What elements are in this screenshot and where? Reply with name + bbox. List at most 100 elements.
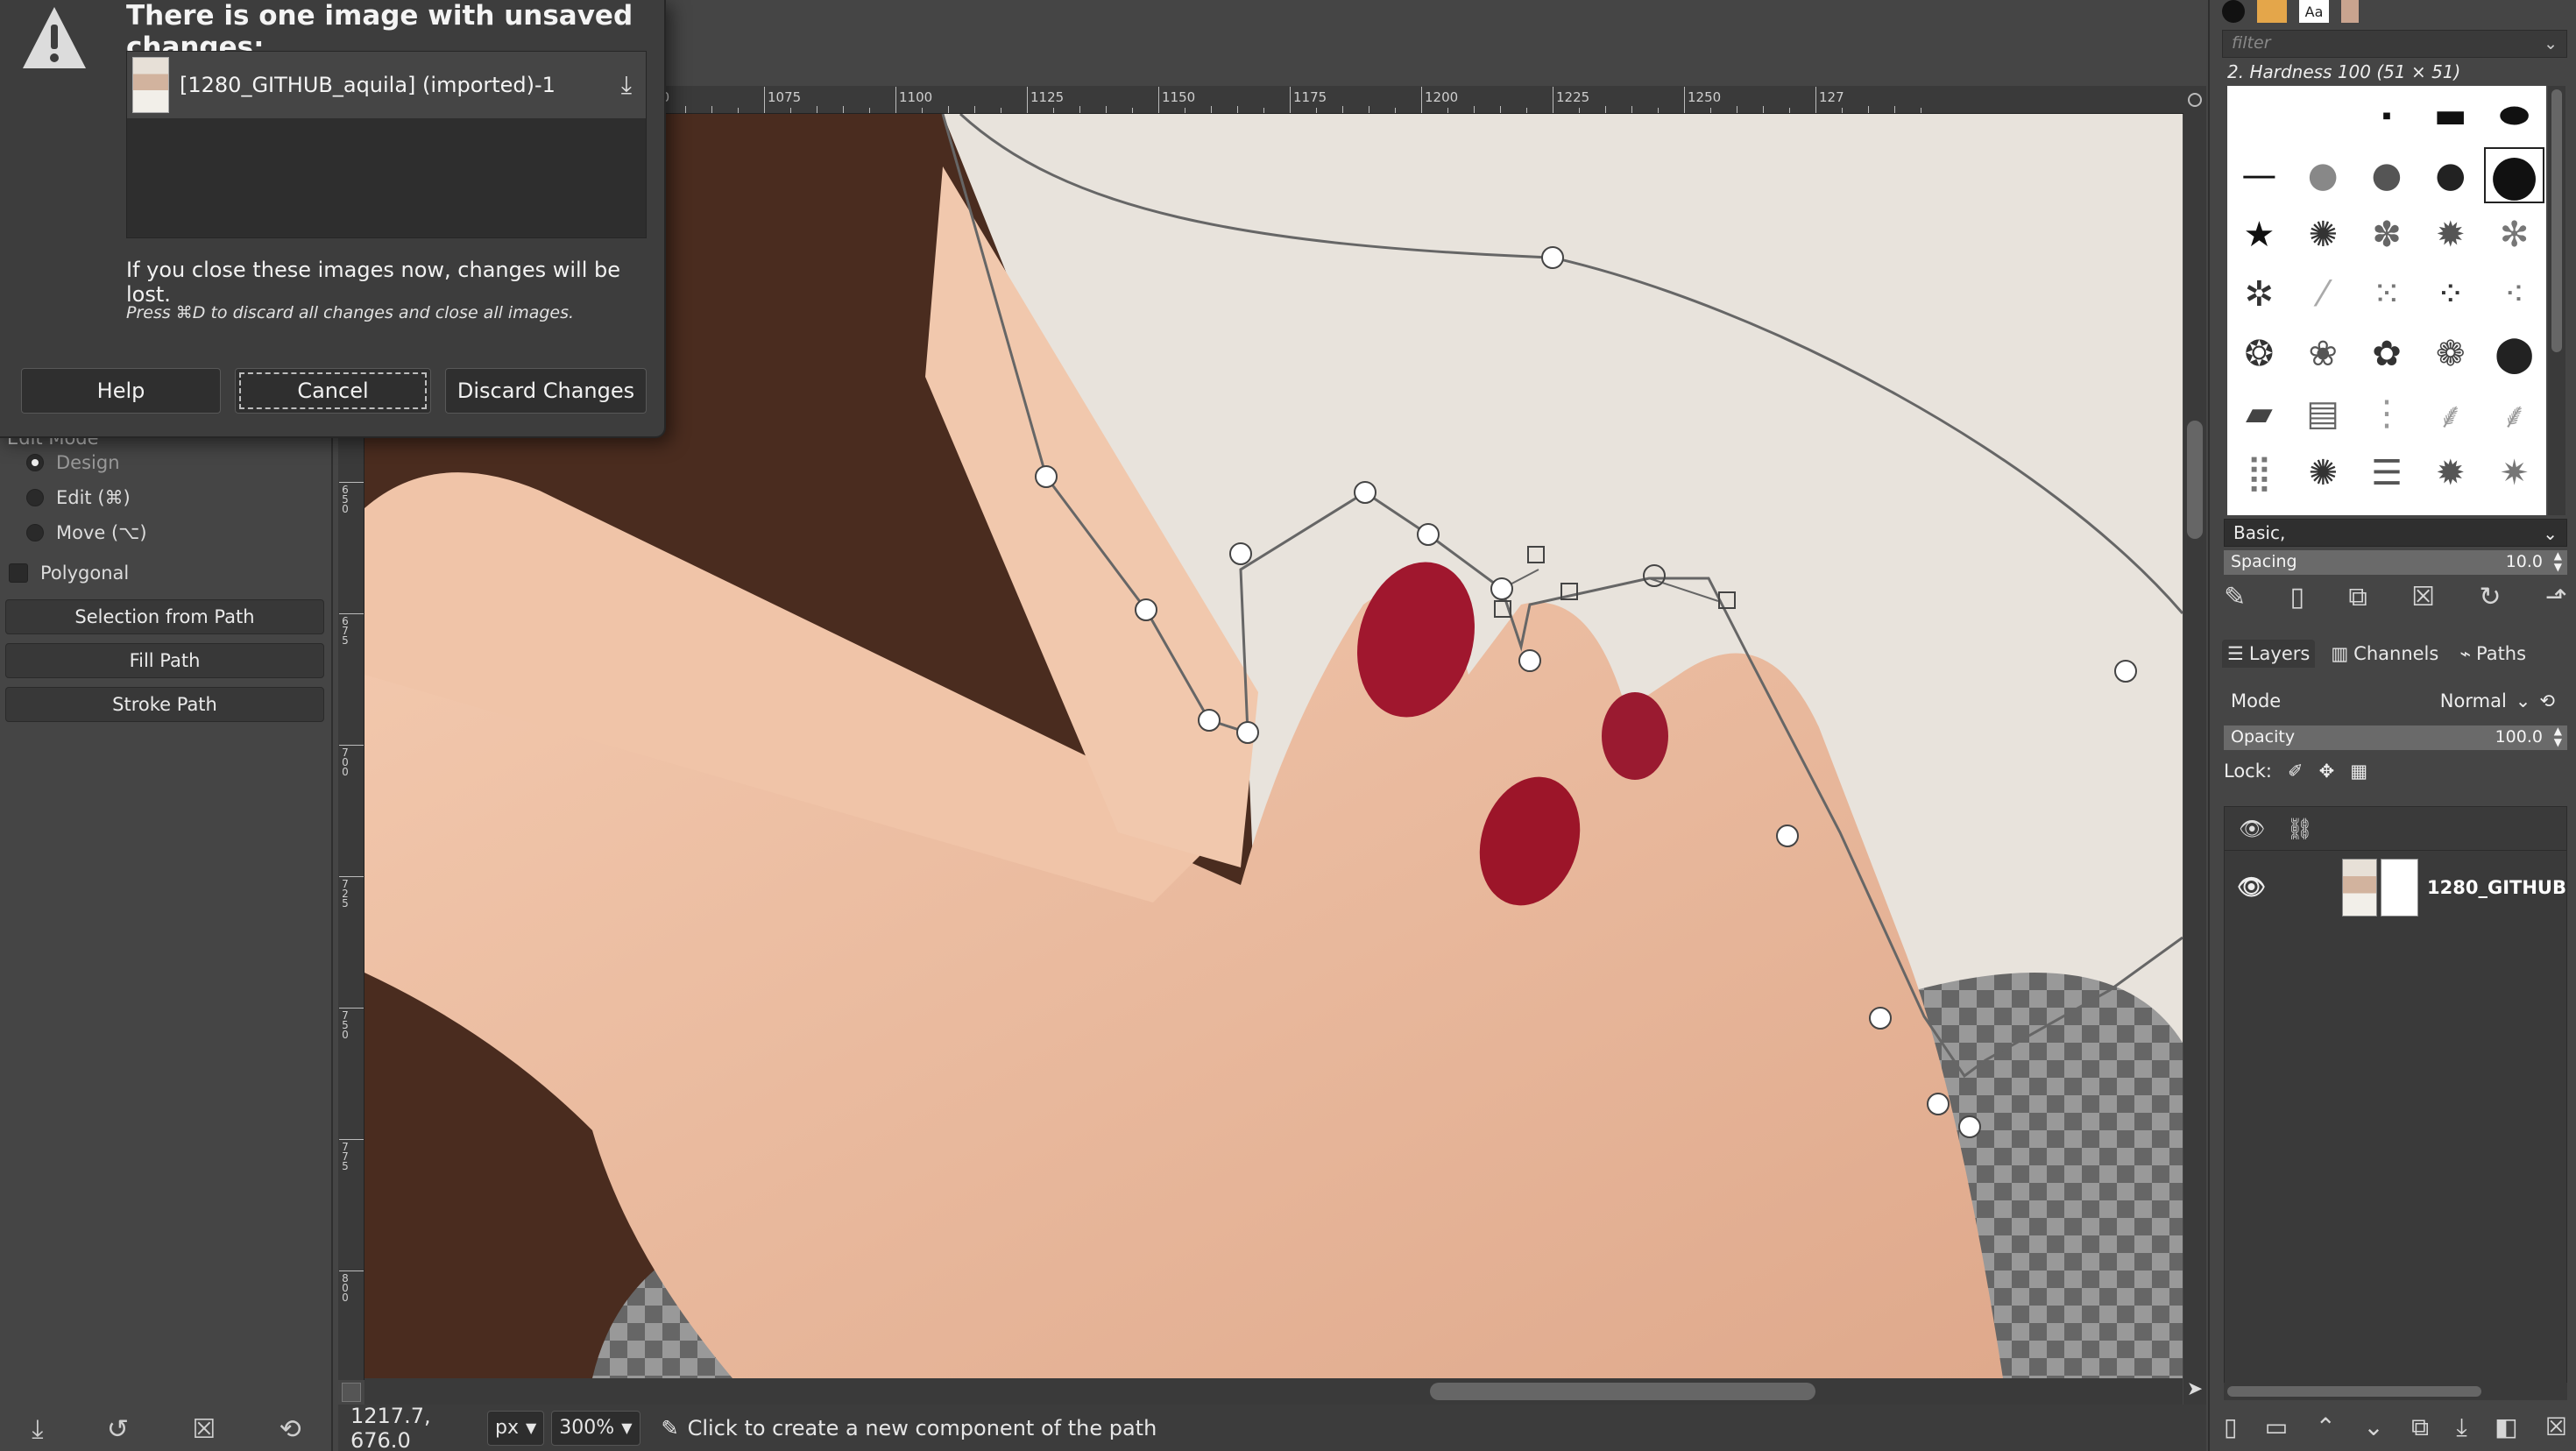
scroll-thumb[interactable] <box>1430 1383 1815 1400</box>
selection-from-path-button[interactable]: Selection from Path <box>5 599 324 634</box>
brush-item[interactable]: ⁙ <box>2355 265 2419 324</box>
lower-layer-icon[interactable]: ⌄ <box>2363 1412 2383 1442</box>
list-item[interactable]: [1280_GITHUB_aquila] (imported)-1 ⤓ <box>127 52 646 118</box>
brush-item[interactable]: ✹ <box>2418 443 2482 503</box>
add-mask-icon[interactable]: ◧ <box>2495 1412 2517 1442</box>
brush-item[interactable]: ⬬ <box>2482 86 2546 145</box>
mode-move-radio[interactable]: Move (⌥) <box>26 522 147 543</box>
brush-item[interactable]: ■ <box>2355 86 2419 145</box>
save-icon[interactable]: ⤓ <box>607 70 646 100</box>
images-tab-icon[interactable] <box>2341 0 2359 23</box>
unsaved-images-list[interactable]: [1280_GITHUB_aquila] (imported)-1 ⤓ <box>126 51 647 238</box>
brush-item[interactable]: ⁄ <box>2291 265 2355 324</box>
unit-selector[interactable]: px ▼ <box>487 1410 545 1446</box>
layers-list[interactable]: 👁 ⛓ 👁 1280_GITHUB <box>2224 806 2567 1393</box>
brush-item[interactable]: ● <box>2482 143 2546 208</box>
raise-layer-icon[interactable]: ⌃ <box>2316 1412 2336 1442</box>
brush-item[interactable]: ✻ <box>2482 205 2546 265</box>
mode-select[interactable]: Normal ⌄ ⟲ <box>2355 690 2567 711</box>
layer-mode-row[interactable]: Mode Normal ⌄ ⟲ <box>2224 683 2567 718</box>
brush-item[interactable]: ● <box>2418 145 2482 205</box>
scroll-thumb[interactable] <box>2187 421 2203 539</box>
brush-item[interactable]: ▰ <box>2227 384 2291 443</box>
lock-alpha-icon[interactable]: ▦ <box>2350 761 2367 782</box>
fonts-tab-icon[interactable]: Aa <box>2299 0 2329 23</box>
brush-item[interactable] <box>2291 86 2355 145</box>
tab-channels[interactable]: ▥ Channels <box>2325 640 2444 668</box>
save-preset-icon[interactable]: ⤓ <box>32 1414 43 1445</box>
brush-item[interactable]: ✲ <box>2227 265 2291 324</box>
delete-layer-icon[interactable]: ☒ <box>2545 1412 2567 1442</box>
brush-filter-input[interactable]: filter ⌄ <box>2222 30 2567 58</box>
brush-item[interactable]: ✹ <box>2418 205 2482 265</box>
brush-preset-select[interactable]: Basic, ⌄ <box>2224 519 2567 547</box>
brush-item[interactable]: ☰ <box>2355 443 2419 503</box>
new-brush-icon[interactable]: ▯ <box>2290 582 2305 612</box>
brushes-tab-icon[interactable] <box>2222 0 2245 23</box>
brush-item[interactable]: ▤ <box>2291 384 2355 443</box>
merge-layer-icon[interactable]: ⤓ <box>2456 1412 2466 1442</box>
brush-item[interactable] <box>2227 86 2291 145</box>
brush-item[interactable]: ★ <box>2227 205 2291 265</box>
layer-name[interactable]: 1280_GITHUB <box>2427 877 2566 898</box>
help-button[interactable]: Help <box>21 368 221 414</box>
brush-item[interactable]: ❁ <box>2418 324 2482 384</box>
brush-item[interactable]: ⁖ <box>2482 265 2546 324</box>
edit-brush-icon[interactable]: ✎ <box>2224 582 2246 612</box>
lock-pixels-icon[interactable]: ✐ <box>2288 761 2304 782</box>
polygonal-checkbox[interactable]: Polygonal <box>9 563 129 584</box>
navigate-icon[interactable]: ➤ <box>2183 1378 2206 1405</box>
brush-item[interactable]: ✿ <box>2355 324 2419 384</box>
brush-item[interactable]: ❀ <box>2291 324 2355 384</box>
mode-edit-radio[interactable]: Edit (⌘) <box>26 487 131 508</box>
brush-item[interactable]: ✷ <box>2482 443 2546 503</box>
duplicate-layer-icon[interactable]: ⧉ <box>2411 1412 2429 1442</box>
brush-item[interactable]: ⸙ <box>2482 384 2546 443</box>
brush-item[interactable]: ✽ <box>2355 205 2419 265</box>
discard-changes-button[interactable]: Discard Changes <box>445 368 647 414</box>
brush-item[interactable]: ⋮ <box>2355 384 2419 443</box>
brush-item[interactable]: ✺ <box>2291 205 2355 265</box>
mode-design-radio[interactable]: Design <box>26 452 120 473</box>
delete-preset-icon[interactable]: ☒ <box>192 1414 216 1445</box>
brush-item[interactable]: ⣿ <box>2227 443 2291 503</box>
vertical-scrollbar[interactable] <box>2183 114 2206 1378</box>
zoom-to-fit-icon[interactable] <box>2183 86 2206 114</box>
horizontal-scrollbar[interactable] <box>364 1378 2183 1405</box>
brush-item[interactable]: ● <box>2291 145 2355 205</box>
quick-mask-toggle[interactable] <box>342 1383 361 1402</box>
zoom-selector[interactable]: 300% ▼ <box>551 1410 640 1446</box>
layer-row[interactable]: 👁 1280_GITHUB <box>2225 851 2566 924</box>
fill-path-button[interactable]: Fill Path <box>5 643 324 678</box>
new-layer-group-icon[interactable]: ▭ <box>2265 1412 2288 1442</box>
spacing-spinner[interactable]: Spacing 10.0 ▲ ▼ <box>2224 550 2567 575</box>
brush-item[interactable]: — <box>2227 145 2291 205</box>
eye-icon[interactable]: 👁 <box>2237 874 2267 901</box>
brush-item[interactable]: ▬ <box>2418 86 2482 145</box>
spin-arrows-icon[interactable]: ▲ ▼ <box>2554 726 2562 748</box>
brush-item[interactable]: ● <box>2355 145 2419 205</box>
tab-paths[interactable]: ⌁ Paths <box>2454 640 2531 668</box>
delete-brush-icon[interactable]: ☒ <box>2411 582 2435 612</box>
new-layer-icon[interactable]: ▯ <box>2224 1412 2237 1442</box>
lock-position-icon[interactable]: ✥ <box>2319 761 2335 782</box>
stroke-path-button[interactable]: Stroke Path <box>5 687 324 722</box>
brush-item[interactable]: ❂ <box>2227 324 2291 384</box>
reset-icon[interactable]: ⟲ <box>280 1414 301 1445</box>
brush-item[interactable]: ✺ <box>2291 443 2355 503</box>
brush-scrollbar[interactable] <box>2548 86 2565 515</box>
brush-item[interactable]: ⸙ <box>2418 384 2482 443</box>
opacity-spinner[interactable]: Opacity 100.0 ▲ ▼ <box>2224 726 2567 750</box>
cancel-button[interactable]: Cancel <box>235 368 431 414</box>
restore-preset-icon[interactable]: ↺ <box>107 1414 129 1445</box>
duplicate-brush-icon[interactable]: ⧉ <box>2348 582 2367 612</box>
tab-layers[interactable]: ☰ Layers <box>2222 640 2316 668</box>
spin-arrows-icon[interactable]: ▲ ▼ <box>2554 550 2562 573</box>
brush-item[interactable]: ⬤ <box>2482 324 2546 384</box>
patterns-tab-icon[interactable] <box>2257 0 2287 23</box>
open-as-image-icon[interactable]: ⬏ <box>2545 582 2567 612</box>
layers-horizontal-scrollbar[interactable] <box>2224 1383 2567 1400</box>
brush-grid[interactable]: ■ ▬ ⬬ — ● ● ● ● ★ ✺ ✽ ✹ ✻ ✲ ⁄ ⁙ ⁘ ⁖ ❂ ❀ … <box>2227 86 2546 515</box>
refresh-brushes-icon[interactable]: ↻ <box>2479 582 2501 612</box>
reset-mode-icon[interactable]: ⟲ <box>2539 690 2555 711</box>
